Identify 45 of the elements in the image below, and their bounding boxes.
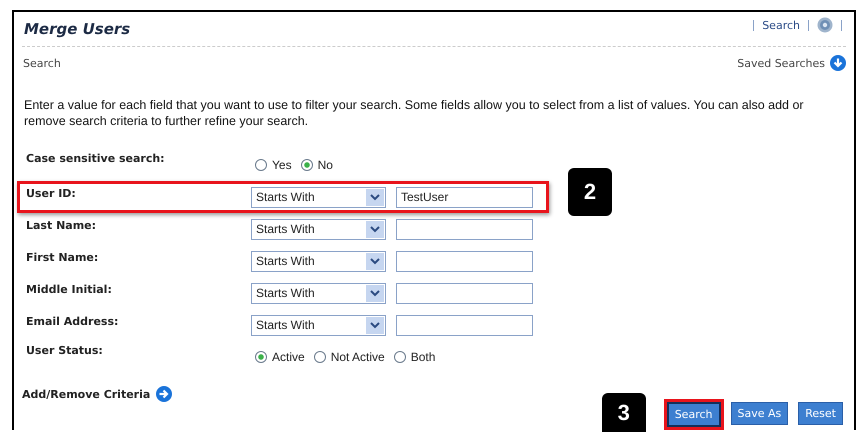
step-badge: 3 <box>602 393 646 432</box>
operator-dropdown[interactable]: Starts With <box>251 250 386 272</box>
page-title: Merge Users <box>24 20 130 38</box>
caret-icon <box>370 226 380 232</box>
input-field[interactable]: TestUser <box>396 186 533 208</box>
field-label: User Status: <box>26 343 104 357</box>
caret-icon <box>370 322 380 328</box>
input-field[interactable] <box>396 250 533 272</box>
caret-icon <box>370 258 380 264</box>
instructions-text: Enter a value for each field that you want to use to filter your search. Some fields allow you to select from a list of values. You can also add or remove search criteria to further refine your search. <box>24 97 805 129</box>
field-label: Last Name: <box>26 218 98 232</box>
search-link[interactable]: Search <box>762 18 800 32</box>
radio-label: No <box>318 158 333 172</box>
caret-icon <box>370 194 380 200</box>
radio-label: Yes <box>272 158 292 172</box>
field-label: Email Address: <box>26 314 120 328</box>
radio-button[interactable] <box>255 159 267 171</box>
operator-dropdown[interactable]: Starts With <box>251 314 386 336</box>
field-label: Middle Initial: <box>26 282 113 296</box>
radio-button[interactable] <box>394 351 406 363</box>
field-label: User ID: <box>26 186 77 200</box>
action-button[interactable]: Reset <box>798 402 843 425</box>
down-arrow-icon[interactable] <box>830 55 846 71</box>
operator-dropdown[interactable]: Starts With <box>251 186 386 208</box>
field-label: First Name: <box>26 250 100 264</box>
add-remove-criteria-link[interactable]: Add/Remove Criteria <box>22 388 150 400</box>
operator-dropdown[interactable]: Starts With <box>251 218 386 240</box>
field-label: Case sensitive search: <box>26 151 166 165</box>
caret-icon <box>370 290 380 296</box>
action-button[interactable]: Search <box>666 402 720 427</box>
radio-label: Active <box>272 350 305 364</box>
section-title: Search <box>23 56 61 70</box>
step-badge: 2 <box>568 168 612 216</box>
input-field[interactable] <box>396 314 533 336</box>
radio-label: Both <box>410 350 436 364</box>
radio-button[interactable] <box>255 351 267 363</box>
radio-label: Not Active <box>330 350 385 364</box>
saved-searches-link[interactable]: Saved Searches <box>737 56 825 70</box>
help-icon[interactable] <box>817 17 833 33</box>
action-button[interactable]: Save As <box>730 402 788 425</box>
input-field[interactable] <box>396 218 533 240</box>
radio-button[interactable] <box>300 159 313 171</box>
operator-dropdown[interactable]: Starts With <box>251 282 386 304</box>
radio-button[interactable] <box>314 351 326 363</box>
input-field[interactable] <box>396 282 533 304</box>
